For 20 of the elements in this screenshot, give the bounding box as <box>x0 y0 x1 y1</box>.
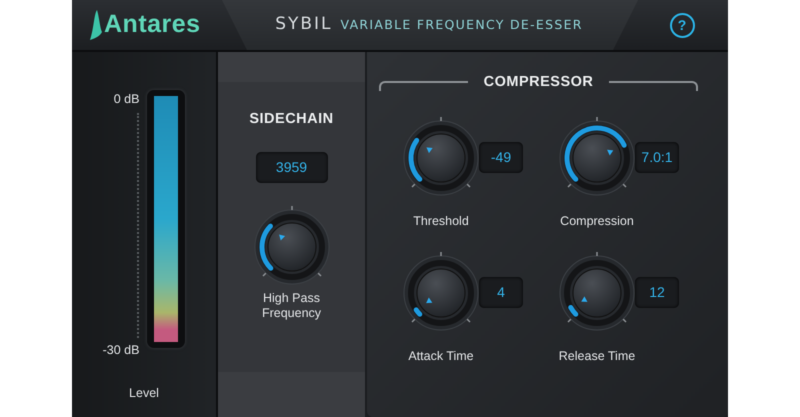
value-display: 7.0:1 <box>635 142 679 174</box>
value-display: 4 <box>479 277 523 308</box>
help-button[interactable]: ? <box>670 12 694 38</box>
scale-label: 0 dB <box>114 91 140 108</box>
meter-label: Level <box>129 385 159 402</box>
knob-label: Attack Time <box>407 348 475 364</box>
scale-label: -30 dB <box>102 342 140 360</box>
logo-text: Antares <box>104 9 201 40</box>
wave-logo-icon <box>88 8 104 42</box>
knob-label: Threshold <box>412 212 470 230</box>
value-display: -49 <box>479 142 523 174</box>
value-display: 3959 <box>256 152 328 183</box>
product-name: SYBIL <box>275 13 333 36</box>
section-title: SIDECHAIN <box>249 110 334 129</box>
section-title: COMPRESSOR <box>484 73 594 92</box>
value-display: 12 <box>635 277 679 308</box>
knob-label: High Pass Frequency <box>260 290 322 321</box>
knob-label: Release Time <box>558 348 636 364</box>
product-subtitle: VARIABLE FREQUENCY DE-ESSER <box>340 16 583 34</box>
knob-label: Compression <box>559 212 635 230</box>
